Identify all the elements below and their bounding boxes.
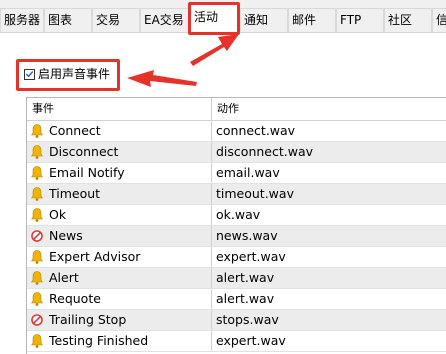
tab-highlight-box	[188, 2, 240, 35]
tab-trade[interactable]: 交易	[92, 8, 140, 32]
list-item[interactable]: Alert alert.wav	[27, 268, 446, 289]
event-name: Disconnect	[49, 144, 119, 159]
event-name: Timeout	[49, 186, 101, 201]
event-cell: Timeout	[27, 184, 211, 204]
event-cell: Disconnect	[27, 142, 211, 162]
arrow-to-tab	[190, 34, 239, 66]
event-cell: Email Notify	[27, 163, 211, 183]
event-name: Requote	[49, 291, 101, 306]
checkbox-checked-icon[interactable]	[24, 68, 35, 80]
bell-icon	[30, 291, 44, 307]
event-name: News	[49, 228, 83, 243]
event-cell: Requote	[27, 289, 211, 309]
event-action[interactable]: alert.wav	[211, 268, 446, 288]
tab-notifications[interactable]: 通知	[240, 8, 288, 32]
event-name: Email Notify	[49, 165, 125, 180]
list-item[interactable]: Testing Finished expert.wav	[27, 331, 446, 352]
event-action[interactable]: email.wav	[211, 163, 446, 183]
tab-charts[interactable]: 图表	[44, 8, 92, 32]
list-item[interactable]: Requote alert.wav	[27, 289, 446, 310]
enable-sound-events-checkbox[interactable]: 启用声音事件	[24, 65, 110, 83]
sound-events-list: 事件 动作 Connect connect.wav Disconnect discon…	[26, 97, 446, 354]
tab-expert-advisors[interactable]: EA交易	[140, 8, 190, 32]
event-cell: News	[27, 226, 211, 246]
event-action[interactable]: expert.wav	[211, 247, 446, 267]
event-cell: Connect	[27, 121, 211, 141]
event-cell: Testing Finished	[27, 331, 211, 351]
tab-ftp[interactable]: FTP	[336, 8, 384, 32]
event-cell: Alert	[27, 268, 211, 288]
bell-icon	[30, 333, 44, 349]
list-header: 事件 动作	[27, 98, 446, 121]
event-action[interactable]: ok.wav	[211, 205, 446, 225]
event-action[interactable]: disconnect.wav	[211, 142, 446, 162]
event-cell: Trailing Stop	[27, 310, 211, 330]
enable-sound-events-label: 启用声音事件	[38, 67, 111, 81]
event-name: Trailing Stop	[49, 312, 127, 327]
bell-icon	[30, 249, 44, 265]
event-action[interactable]: alert.wav	[211, 289, 446, 309]
event-name: Alert	[49, 270, 79, 285]
list-body: Connect connect.wav Disconnect disconnect.w…	[27, 121, 446, 352]
bell-icon	[30, 123, 44, 139]
event-name: Expert Advisor	[49, 249, 141, 264]
list-item[interactable]: Timeout timeout.wav	[27, 184, 446, 205]
arrow-to-checkbox	[127, 70, 197, 87]
tab-server[interactable]: 服务器	[0, 8, 44, 32]
tab-community[interactable]: 社区	[384, 8, 432, 32]
list-item[interactable]: Email Notify email.wav	[27, 163, 446, 184]
disabled-icon	[30, 228, 44, 244]
list-item[interactable]: Trailing Stop stops.wav	[27, 310, 446, 331]
bell-icon	[30, 165, 44, 181]
event-action[interactable]: connect.wav	[211, 121, 446, 141]
event-name: Testing Finished	[49, 333, 149, 348]
bell-icon	[30, 207, 44, 223]
event-action[interactable]: expert.wav	[211, 331, 446, 351]
disabled-icon	[30, 312, 44, 328]
event-cell: Ok	[27, 205, 211, 225]
event-name: Connect	[49, 123, 101, 138]
tab-overflow[interactable]: 信	[432, 8, 446, 32]
event-action[interactable]: timeout.wav	[211, 184, 446, 204]
column-header-event[interactable]: 事件	[27, 98, 211, 120]
list-item[interactable]: Connect connect.wav	[27, 121, 446, 142]
list-item[interactable]: Ok ok.wav	[27, 205, 446, 226]
list-item[interactable]: News news.wav	[27, 226, 446, 247]
tab-email[interactable]: 邮件	[288, 8, 336, 32]
event-action[interactable]: stops.wav	[211, 310, 446, 330]
bell-icon	[30, 270, 44, 286]
event-cell: Expert Advisor	[27, 247, 211, 267]
column-header-action[interactable]: 动作	[211, 98, 446, 120]
bell-icon	[30, 186, 44, 202]
list-item[interactable]: Expert Advisor expert.wav	[27, 247, 446, 268]
bell-icon	[30, 144, 44, 160]
event-name: Ok	[49, 207, 67, 222]
event-action[interactable]: news.wav	[211, 226, 446, 246]
list-item[interactable]: Disconnect disconnect.wav	[27, 142, 446, 163]
